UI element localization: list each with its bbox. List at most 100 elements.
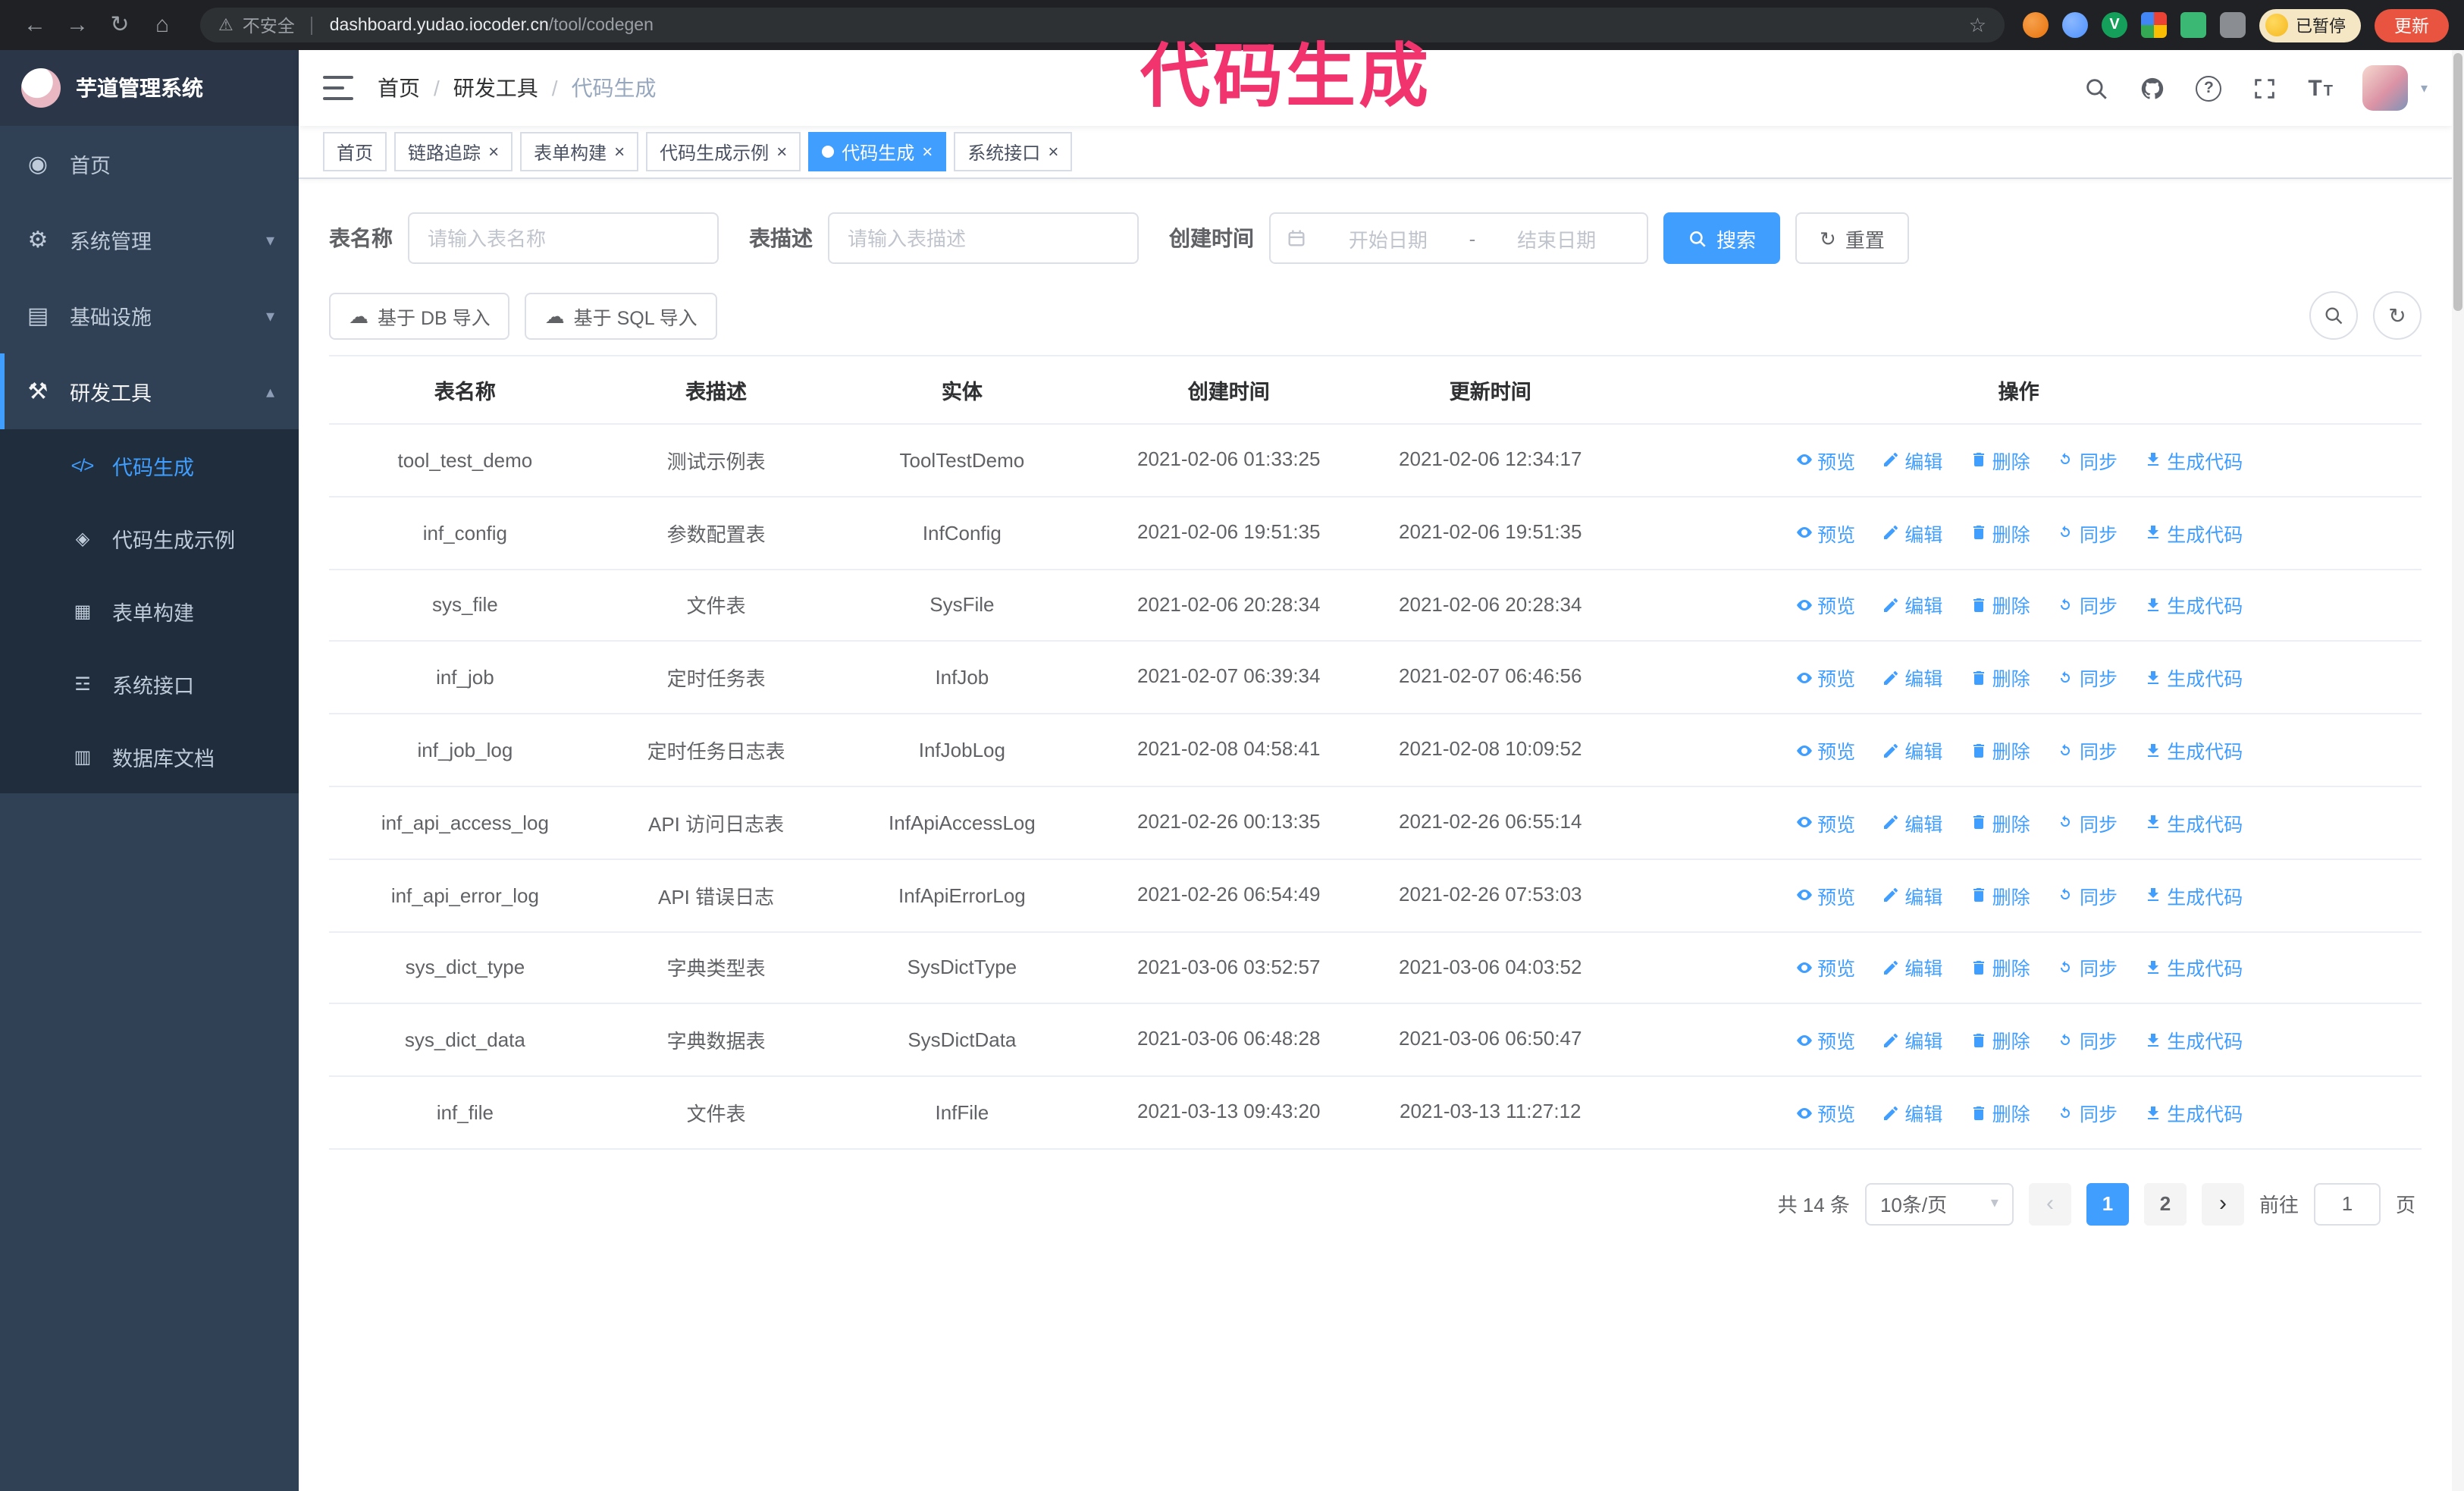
generate-code-link[interactable]: 生成代码 bbox=[2144, 1026, 2243, 1055]
extension-icon-teal[interactable] bbox=[2180, 12, 2206, 38]
font-size-icon[interactable]: TT bbox=[2308, 77, 2333, 99]
generate-code-link[interactable]: 生成代码 bbox=[2144, 808, 2243, 837]
sync-link[interactable]: 同步 bbox=[2057, 808, 2118, 837]
sidebar-item-infrastructure[interactable]: ▤ 基础设施 ▾ bbox=[0, 278, 299, 353]
sidebar-item-codegen[interactable]: </> 代码生成 bbox=[0, 429, 299, 502]
preview-link[interactable]: 预览 bbox=[1795, 953, 1855, 982]
table-name-input[interactable] bbox=[408, 212, 719, 264]
generate-code-link[interactable]: 生成代码 bbox=[2144, 591, 2243, 620]
extension-icon-v[interactable]: V bbox=[2102, 12, 2127, 38]
scrollbar-thumb[interactable] bbox=[2453, 53, 2462, 311]
breadcrumb-devtools[interactable]: 研发工具 bbox=[453, 73, 538, 103]
tab-codegen[interactable]: 代码生成 × bbox=[808, 132, 947, 171]
preview-link[interactable]: 预览 bbox=[1795, 664, 1855, 692]
delete-link[interactable]: 删除 bbox=[1970, 518, 2030, 547]
edit-link[interactable]: 编辑 bbox=[1882, 880, 1942, 909]
delete-link[interactable]: 删除 bbox=[1970, 664, 2030, 692]
sync-link[interactable]: 同步 bbox=[2057, 664, 2118, 692]
delete-link[interactable]: 删除 bbox=[1970, 808, 2030, 837]
edit-link[interactable]: 编辑 bbox=[1882, 664, 1942, 692]
close-icon[interactable]: × bbox=[776, 143, 787, 161]
page-scrollbar[interactable] bbox=[2452, 50, 2464, 1491]
sync-link[interactable]: 同步 bbox=[2057, 1098, 2118, 1127]
preview-link[interactable]: 预览 bbox=[1795, 808, 1855, 837]
page-2-button[interactable]: 2 bbox=[2143, 1182, 2187, 1226]
close-icon[interactable]: × bbox=[614, 143, 625, 161]
forward-icon[interactable]: → bbox=[58, 5, 97, 45]
preview-link[interactable]: 预览 bbox=[1795, 736, 1855, 764]
delete-link[interactable]: 删除 bbox=[1970, 1026, 2030, 1055]
preview-link[interactable]: 预览 bbox=[1795, 591, 1855, 620]
hamburger-icon[interactable] bbox=[323, 76, 353, 100]
preview-link[interactable]: 预览 bbox=[1795, 880, 1855, 909]
generate-code-link[interactable]: 生成代码 bbox=[2144, 880, 2243, 909]
extension-icon-orange[interactable] bbox=[2023, 12, 2049, 38]
sidebar-item-devtools[interactable]: ⚒ 研发工具 ▴ bbox=[0, 353, 299, 429]
delete-link[interactable]: 删除 bbox=[1970, 1098, 2030, 1127]
date-range-picker[interactable]: 开始日期 - 结束日期 bbox=[1269, 212, 1648, 264]
tab-home[interactable]: 首页 bbox=[323, 132, 387, 171]
sidebar-item-form-builder[interactable]: ▦ 表单构建 bbox=[0, 575, 299, 648]
extension-icon-grid[interactable] bbox=[2141, 12, 2167, 38]
toggle-search-button[interactable] bbox=[2309, 291, 2358, 340]
tab-codegen-example[interactable]: 代码生成示例 × bbox=[646, 132, 801, 171]
user-avatar[interactable] bbox=[2362, 65, 2409, 111]
breadcrumb-home[interactable]: 首页 bbox=[378, 73, 420, 103]
close-icon[interactable]: × bbox=[1048, 143, 1058, 161]
edit-link[interactable]: 编辑 bbox=[1882, 591, 1942, 620]
tab-trace[interactable]: 链路追踪 × bbox=[394, 132, 513, 171]
preview-link[interactable]: 预览 bbox=[1795, 1098, 1855, 1127]
edit-link[interactable]: 编辑 bbox=[1882, 736, 1942, 764]
sync-link[interactable]: 同步 bbox=[2057, 446, 2118, 475]
next-page-button[interactable]: › bbox=[2201, 1182, 2244, 1226]
edit-link[interactable]: 编辑 bbox=[1882, 446, 1942, 475]
address-bar[interactable]: ⚠ 不安全 dashboard.yudao.iocoder.cn/tool/co… bbox=[200, 8, 2005, 42]
security-label[interactable]: 不安全 bbox=[243, 13, 295, 37]
edit-link[interactable]: 编辑 bbox=[1882, 1098, 1942, 1127]
close-icon[interactable]: × bbox=[922, 143, 933, 161]
generate-code-link[interactable]: 生成代码 bbox=[2144, 446, 2243, 475]
delete-link[interactable]: 删除 bbox=[1970, 880, 2030, 909]
sync-link[interactable]: 同步 bbox=[2057, 1026, 2118, 1055]
delete-link[interactable]: 删除 bbox=[1970, 736, 2030, 764]
page-size-select[interactable]: 10条/页 ▾ bbox=[1864, 1182, 2014, 1226]
import-db-button[interactable]: ☁ 基于 DB 导入 bbox=[329, 292, 510, 339]
sidebar-item-codegen-example[interactable]: ◈ 代码生成示例 bbox=[0, 502, 299, 575]
extension-icon-blue[interactable] bbox=[2062, 12, 2088, 38]
sync-link[interactable]: 同步 bbox=[2057, 518, 2118, 547]
bookmark-star-icon[interactable]: ☆ bbox=[1969, 13, 1986, 37]
edit-link[interactable]: 编辑 bbox=[1882, 1026, 1942, 1055]
back-icon[interactable]: ← bbox=[15, 5, 55, 45]
sync-link[interactable]: 同步 bbox=[2057, 953, 2118, 982]
preview-link[interactable]: 预览 bbox=[1795, 518, 1855, 547]
edit-link[interactable]: 编辑 bbox=[1882, 808, 1942, 837]
update-button[interactable]: 更新 bbox=[2375, 8, 2449, 42]
tab-system-api[interactable]: 系统接口 × bbox=[954, 132, 1073, 171]
preview-link[interactable]: 预览 bbox=[1795, 1026, 1855, 1055]
edit-link[interactable]: 编辑 bbox=[1882, 953, 1942, 982]
generate-code-link[interactable]: 生成代码 bbox=[2144, 518, 2243, 547]
delete-link[interactable]: 删除 bbox=[1970, 953, 2030, 982]
edit-link[interactable]: 编辑 bbox=[1882, 518, 1942, 547]
sync-link[interactable]: 同步 bbox=[2057, 880, 2118, 909]
reset-button[interactable]: ↻ 重置 bbox=[1795, 212, 1909, 264]
sync-link[interactable]: 同步 bbox=[2057, 736, 2118, 764]
chevron-down-icon[interactable]: ▾ bbox=[2421, 80, 2428, 96]
prev-page-button[interactable]: ‹ bbox=[2028, 1182, 2071, 1226]
tab-form-builder[interactable]: 表单构建 × bbox=[520, 132, 639, 171]
paused-badge[interactable]: 已暂停 bbox=[2259, 8, 2361, 42]
refresh-table-button[interactable]: ↻ bbox=[2373, 291, 2422, 340]
sidebar-item-db-doc[interactable]: ▥ 数据库文档 bbox=[0, 720, 299, 793]
goto-page-input[interactable] bbox=[2313, 1182, 2381, 1226]
table-desc-input[interactable] bbox=[828, 212, 1139, 264]
generate-code-link[interactable]: 生成代码 bbox=[2144, 736, 2243, 764]
sidebar-item-home[interactable]: ◉ 首页 bbox=[0, 126, 299, 202]
import-sql-button[interactable]: ☁ 基于 SQL 导入 bbox=[525, 292, 717, 339]
sidebar-item-system[interactable]: ⚙ 系统管理 ▾ bbox=[0, 202, 299, 278]
delete-link[interactable]: 删除 bbox=[1970, 591, 2030, 620]
page-1-button[interactable]: 1 bbox=[2086, 1182, 2129, 1226]
fullscreen-icon[interactable] bbox=[2252, 75, 2277, 101]
preview-link[interactable]: 预览 bbox=[1795, 446, 1855, 475]
sidebar-item-system-api[interactable]: ☲ 系统接口 bbox=[0, 648, 299, 720]
search-button[interactable]: 搜索 bbox=[1663, 212, 1781, 264]
